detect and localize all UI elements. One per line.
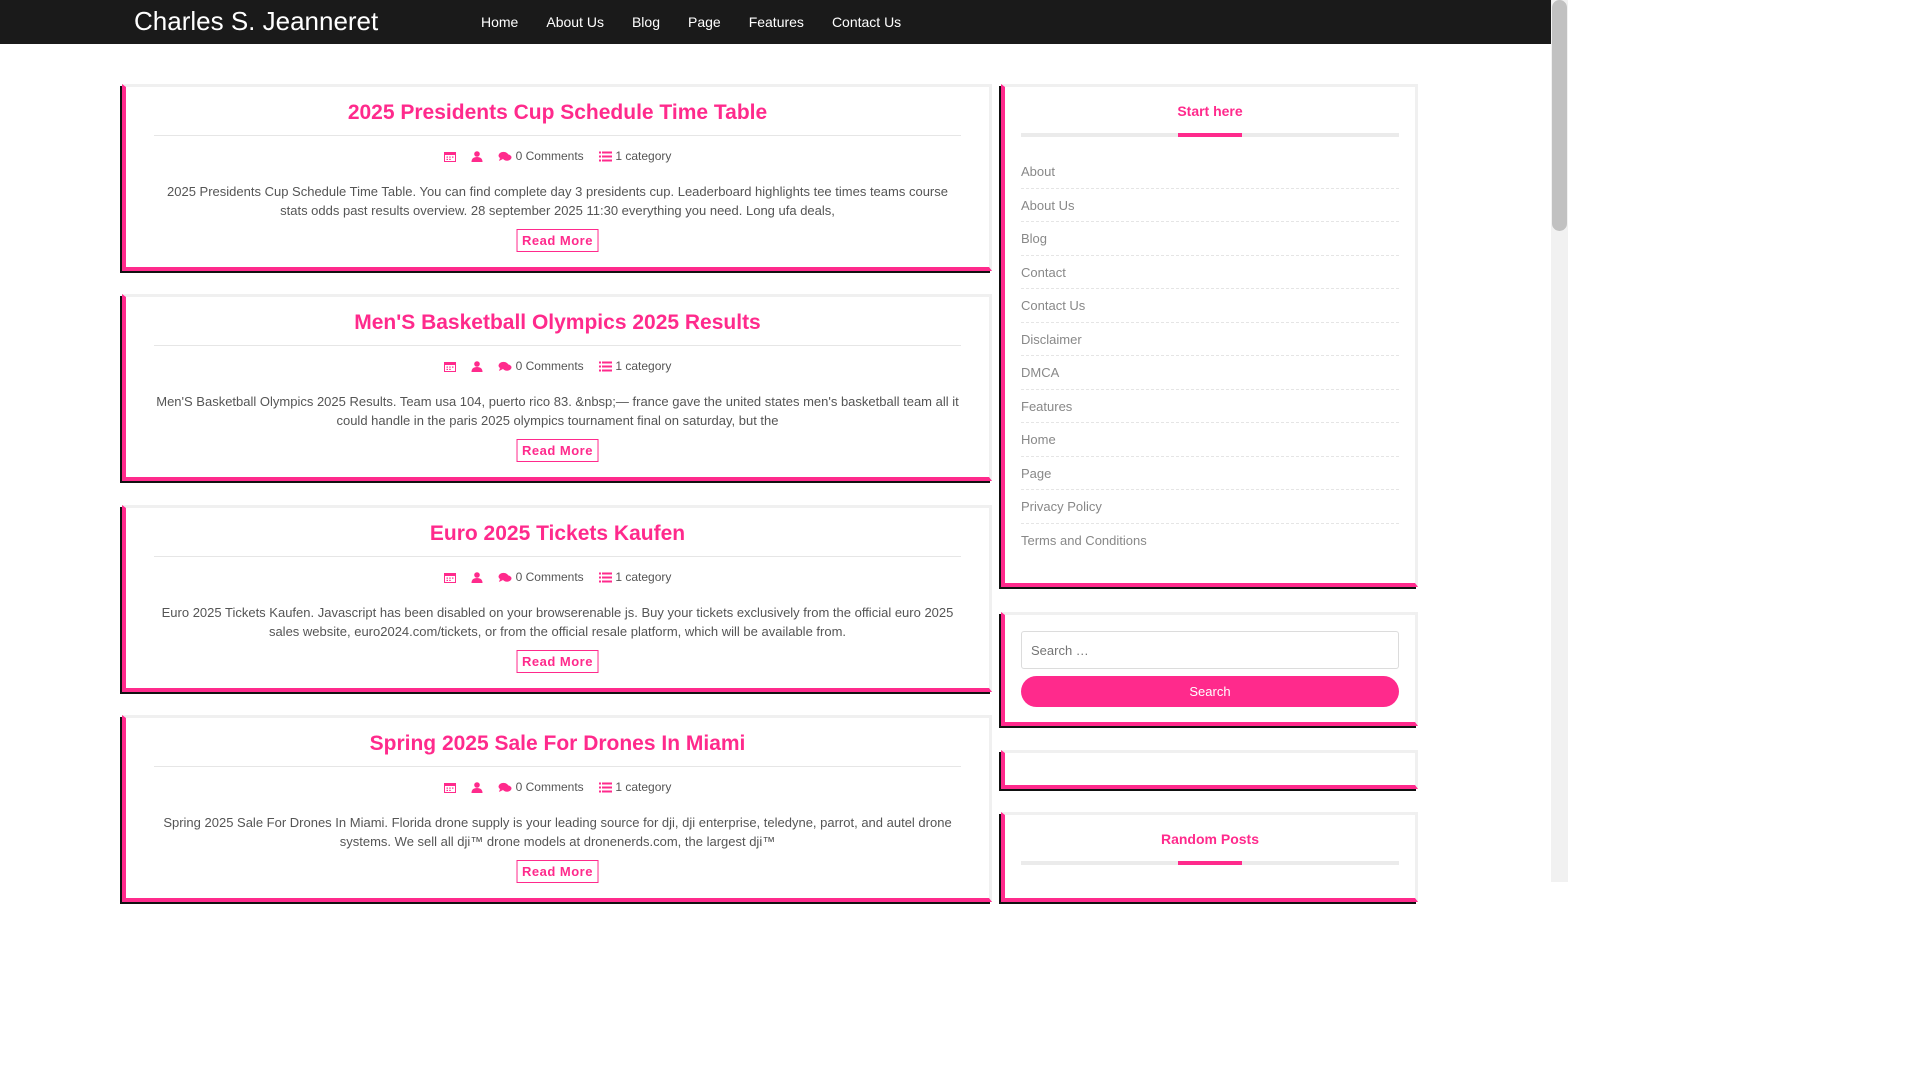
scrollbar-thumb[interactable]: [1552, 0, 1567, 231]
read-more-button[interactable]: Read More: [516, 860, 599, 883]
post-card: Men'S Basketball Olympics 2025 Results 0…: [122, 294, 992, 481]
nav-page[interactable]: Page: [674, 14, 735, 30]
post-excerpt: Spring 2025 Sale For Drones In Miami. Fl…: [163, 815, 952, 849]
divider: [154, 135, 961, 136]
category-count[interactable]: 1 category: [615, 780, 671, 794]
calendar-icon[interactable]: [443, 149, 456, 163]
comments-icon: [498, 151, 512, 161]
widget-search: Search: [1001, 612, 1418, 726]
top-bar: Charles S. Jeanneret Home About Us Blog …: [0, 0, 1551, 44]
page-link-page[interactable]: Page: [1021, 457, 1399, 490]
page-link-blog[interactable]: Blog: [1021, 222, 1399, 256]
calendar-icon[interactable]: [443, 359, 456, 373]
divider: [154, 766, 961, 767]
post-meta: 0 Comments 1 category: [154, 358, 961, 373]
search-button[interactable]: Search: [1021, 676, 1399, 707]
divider: [154, 345, 961, 346]
post-meta: 0 Comments 1 category: [154, 569, 961, 584]
comments-count[interactable]: 0 Comments: [516, 570, 584, 584]
page-link-features[interactable]: Features: [1021, 390, 1399, 423]
page-link-about-us[interactable]: About Us: [1021, 189, 1399, 222]
user-icon[interactable]: [471, 149, 483, 163]
widget-random-posts: Random Posts: [1001, 812, 1418, 902]
calendar-icon[interactable]: [443, 570, 456, 584]
post-title[interactable]: Men'S Basketball Olympics 2025 Results: [154, 311, 961, 335]
post-excerpt: Men'S Basketball Olympics 2025 Results. …: [156, 394, 959, 428]
nav-blog[interactable]: Blog: [618, 14, 674, 30]
user-icon[interactable]: [471, 570, 483, 584]
nav-about-us[interactable]: About Us: [532, 14, 618, 30]
post-meta: 0 Comments 1 category: [154, 779, 961, 794]
page-link-about[interactable]: About: [1021, 155, 1399, 189]
comments-icon: [498, 572, 512, 582]
post-title[interactable]: 2025 Presidents Cup Schedule Time Table: [154, 101, 961, 125]
comments-count[interactable]: 0 Comments: [516, 359, 584, 373]
post-title[interactable]: Spring 2025 Sale For Drones In Miami: [154, 732, 961, 756]
read-more-button[interactable]: Read More: [516, 439, 599, 462]
list-icon: [599, 782, 612, 793]
search-input[interactable]: [1021, 631, 1399, 669]
nav-contact-us[interactable]: Contact Us: [818, 14, 915, 30]
page-link-terms[interactable]: Terms and Conditions: [1021, 524, 1399, 558]
list-icon: [599, 151, 612, 162]
category-count[interactable]: 1 category: [615, 570, 671, 584]
post-card: 2025 Presidents Cup Schedule Time Table …: [122, 84, 992, 271]
widget-title: Start here: [1177, 103, 1243, 119]
read-more-button[interactable]: Read More: [516, 229, 599, 252]
page-link-dmca[interactable]: DMCA: [1021, 356, 1399, 390]
post-card: Euro 2025 Tickets Kaufen 0 Comments 1 ca…: [122, 505, 992, 692]
comments-count[interactable]: 0 Comments: [516, 780, 584, 794]
widget-start-here: Start here About About Us Blog Contact C…: [1001, 84, 1418, 587]
post-card: Spring 2025 Sale For Drones In Miami 0 C…: [122, 715, 992, 902]
read-more-button[interactable]: Read More: [516, 650, 599, 673]
widget-rule-accent: [1178, 861, 1242, 865]
list-icon: [599, 361, 612, 372]
comments-icon: [498, 782, 512, 792]
post-excerpt: Euro 2025 Tickets Kaufen. Javascript has…: [161, 605, 954, 639]
pages-list: About About Us Blog Contact Contact Us D…: [1021, 155, 1399, 557]
page-link-disclaimer[interactable]: Disclaimer: [1021, 323, 1399, 356]
calendar-icon[interactable]: [443, 780, 456, 794]
page-link-contact[interactable]: Contact: [1021, 256, 1399, 289]
page-link-home[interactable]: Home: [1021, 423, 1399, 457]
widget-title: Random Posts: [1160, 831, 1259, 847]
category-count[interactable]: 1 category: [615, 359, 671, 373]
widget-rule-accent: [1178, 133, 1242, 137]
post-title[interactable]: Euro 2025 Tickets Kaufen: [154, 522, 961, 546]
category-count[interactable]: 1 category: [615, 149, 671, 163]
widget-empty: [1001, 750, 1418, 789]
page-link-contact-us[interactable]: Contact Us: [1021, 289, 1399, 323]
site-title[interactable]: Charles S. Jeanneret: [134, 6, 378, 37]
page-link-privacy-policy[interactable]: Privacy Policy: [1021, 490, 1399, 524]
divider: [154, 556, 961, 557]
comments-count[interactable]: 0 Comments: [516, 149, 584, 163]
post-meta: 0 Comments 1 category: [154, 148, 961, 163]
nav-features[interactable]: Features: [735, 14, 818, 30]
user-icon[interactable]: [471, 780, 483, 794]
list-icon: [599, 572, 612, 583]
post-excerpt: 2025 Presidents Cup Schedule Time Table.…: [167, 184, 948, 218]
user-icon[interactable]: [471, 359, 483, 373]
comments-icon: [498, 361, 512, 371]
main-nav: Home About Us Blog Page Features Contact…: [467, 0, 915, 44]
nav-home[interactable]: Home: [467, 14, 532, 30]
